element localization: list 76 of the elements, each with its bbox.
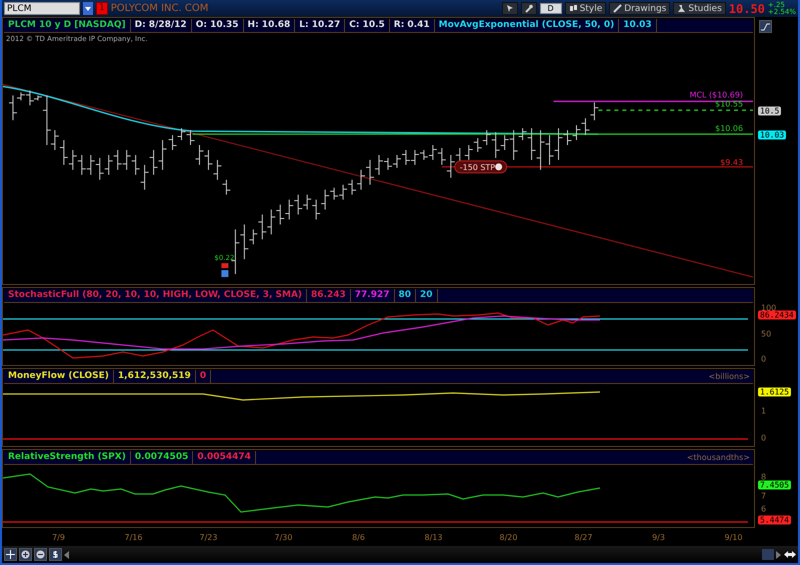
- expand-icon[interactable]: [784, 550, 796, 559]
- study-value: MoneyFlow (CLOSE): [4, 370, 114, 383]
- flask-icon: [677, 4, 686, 13]
- axis-tick: 0: [761, 354, 766, 364]
- value-badge: 86.2434: [758, 310, 796, 320]
- axis-tick: 6: [761, 504, 766, 514]
- header-value: PLCM 10 y D [NASDAQ]: [4, 19, 131, 32]
- header-value: R: 0.41: [390, 19, 435, 32]
- dollar-icon: [51, 550, 60, 559]
- study-value: 0.0074505: [130, 451, 194, 464]
- unit-label: <billions>: [707, 371, 751, 383]
- toolbar-button[interactable]: Style: [564, 2, 606, 15]
- toolbar-button[interactable]: Drawings: [609, 2, 670, 15]
- candlestick-icon: [568, 4, 578, 13]
- date-label: 8/13: [424, 532, 444, 542]
- step-line-icon: [761, 22, 770, 30]
- period-button[interactable]: D: [540, 3, 562, 14]
- header-value: MovAvgExponential (CLOSE, 50, 0): [434, 19, 620, 32]
- alert-badge[interactable]: 1: [96, 2, 108, 15]
- zoom-out-button[interactable]: [34, 548, 47, 561]
- unit-label: <thousandths>: [686, 452, 751, 464]
- symbol-field[interactable]: PLCM: [4, 2, 80, 15]
- zoom-out-icon: [36, 550, 45, 559]
- date-label: 7/16: [124, 532, 144, 542]
- axis-tick: 100: [761, 304, 776, 313]
- study-value: 77.927: [350, 289, 395, 302]
- date-label: 7/23: [198, 532, 218, 542]
- header-value: O: 10.35: [192, 19, 244, 32]
- zoom-in-icon: [21, 550, 30, 559]
- scroll-left-icon[interactable]: [64, 550, 70, 558]
- study-value: 0: [196, 370, 212, 383]
- axis-tick: 8: [761, 472, 766, 482]
- header-value: D: 8/28/12: [130, 19, 192, 32]
- last-price: 10.50: [728, 2, 765, 16]
- axis-tick: 1: [761, 406, 766, 416]
- pointer-icon: [506, 4, 514, 13]
- value-badge: 7.4505: [758, 480, 791, 490]
- dropdown-button[interactable]: [83, 2, 93, 15]
- settings-button[interactable]: [520, 2, 537, 15]
- pencil-icon: [613, 4, 622, 13]
- axis-tick: 0: [761, 434, 766, 443]
- header-value: L: 10.27: [295, 19, 346, 32]
- study-value: 80: [394, 289, 416, 302]
- scroll-right-icon[interactable]: [776, 550, 782, 558]
- study-value: 1,612,530,519: [114, 370, 196, 383]
- caret-icon: [85, 6, 91, 10]
- study-value: 20: [416, 289, 438, 302]
- price-badge: 10.5: [758, 106, 782, 116]
- toolbar-button[interactable]: Studies: [673, 2, 726, 15]
- crosshair-button[interactable]: [4, 548, 17, 561]
- axis-tick: 50: [761, 330, 772, 339]
- date-label: 8/6: [351, 532, 366, 542]
- wrench-icon: [524, 4, 533, 13]
- study-value: StochasticFull (80, 20, 10, 10, HIGH, LOW, CLOSE, 3, SMA): [4, 289, 308, 302]
- value-badge: 5.4474: [758, 516, 791, 525]
- date-label: 8/27: [574, 532, 594, 542]
- price-scale-button[interactable]: [49, 548, 62, 561]
- study-value: 86.243: [307, 289, 351, 302]
- company-name: POLYCOM INC. COM: [110, 3, 210, 14]
- axis-tick: 7: [761, 492, 766, 501]
- study-value: 0.0054474: [193, 451, 256, 464]
- header-value: H: 10.68: [244, 19, 296, 32]
- value-badge: 1.6125: [758, 388, 791, 397]
- scroll-bar-icon[interactable]: [762, 549, 774, 560]
- date-label: 8/20: [498, 532, 518, 542]
- date-label: 9/3: [651, 532, 666, 542]
- date-label: 9/10: [724, 532, 744, 542]
- header-value: 10.03: [619, 19, 657, 32]
- date-label: 7/30: [274, 532, 294, 542]
- chart-mode-button[interactable]: [759, 20, 772, 33]
- date-label: 7/9: [51, 532, 66, 542]
- study-value: RelativeStrength (SPX): [4, 451, 131, 464]
- crosshair-icon: [6, 550, 15, 559]
- header-value: C: 10.5: [345, 19, 390, 32]
- price-badge: 10.03: [758, 130, 786, 140]
- zoom-in-button[interactable]: [19, 548, 32, 561]
